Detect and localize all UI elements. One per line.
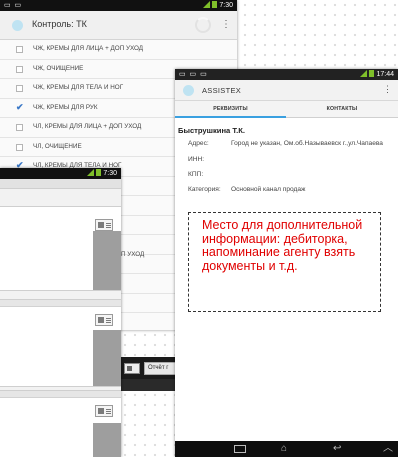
tab-requisites[interactable]: РЕКВИЗИТЫ (175, 101, 286, 118)
checkbox[interactable] (16, 85, 23, 92)
signal-icon (360, 70, 368, 77)
signal-icon (87, 169, 95, 176)
inn-field: ИНН: (188, 156, 204, 163)
navigation-bar: ⌂ ↩ ︿ (175, 441, 398, 457)
inn-label: ИНН: (188, 156, 205, 163)
app-icon (183, 85, 194, 96)
notification-icons: ▭ ▭ (4, 2, 23, 9)
list-item-label: ЧЖ, КРЕМЫ ДЛЯ РУК (33, 103, 98, 111)
document-icon[interactable] (95, 314, 113, 326)
checkbox[interactable] (16, 124, 23, 131)
chevron-up-icon[interactable]: ︿ (383, 443, 393, 455)
tab-bar: РЕКВИЗИТЫ КОНТАКТЫ (175, 101, 398, 118)
status-time: 7:30 (219, 2, 233, 9)
category-label: Категория: (188, 186, 221, 193)
document-icon[interactable] (124, 363, 140, 374)
action-bar: Контроль: ТК ⋮ (0, 11, 237, 40)
checkbox[interactable] (16, 65, 23, 73)
card-side-panel (93, 423, 121, 457)
recent-apps-icon[interactable] (234, 445, 246, 453)
loading-spinner-icon (195, 17, 211, 33)
category-field: Категория: Основной канал продаж (188, 186, 305, 193)
list-item-label: ЧЛ, ОЧИЩЕНИЕ (33, 142, 82, 150)
signal-icon (203, 1, 211, 8)
document-card[interactable] (0, 390, 121, 457)
card-header (0, 300, 121, 307)
report-button[interactable]: Отчёт г (144, 362, 177, 375)
card-side-panel (93, 231, 121, 290)
battery-icon (369, 70, 375, 77)
address-value: Город не указан, Ом.об.Называевск г.,ул.… (231, 140, 383, 147)
back-icon[interactable]: ↩ (333, 443, 341, 455)
navigation-bar (121, 379, 177, 391)
status-bar: ▭ ▭ 7:30 (0, 0, 237, 11)
card-side-panel (93, 330, 121, 386)
status-bar: ▭ ▭ ▭ 17:44 (175, 69, 398, 80)
client-details-screen: ▭ ▭ ▭ 17:44 ASSISTEX ⋮ РЕКВИЗИТЫ КОНТАКТ… (175, 69, 398, 457)
address-label: Адрес: (188, 140, 209, 147)
documents-screen: 7:30 (0, 168, 121, 457)
document-card[interactable] (0, 299, 121, 387)
document-card[interactable] (0, 206, 121, 291)
document-icon[interactable] (95, 405, 113, 417)
overflow-menu-icon[interactable]: ⋮ (221, 19, 231, 31)
app-icon (12, 20, 23, 31)
battery-icon (212, 1, 218, 8)
notification-icons: ▭ ▭ ▭ (179, 71, 208, 78)
list-item-label-partial: П УХОД (121, 251, 145, 258)
document-icon[interactable] (95, 219, 113, 231)
list-item-label: ЧЖ, ОЧИЩЕНИЕ (33, 64, 84, 72)
category-value: Основной канал продаж (231, 186, 306, 193)
additional-info-placeholder: Место для дополнительной информации: деб… (188, 212, 381, 312)
screen-title: Контроль: ТК (32, 19, 87, 29)
list-item-label: ЧЖ, КРЕМЫ ДЛЯ ТЕЛА И НОГ (33, 84, 124, 91)
card-header (0, 391, 121, 398)
kpp-label: КПП: (188, 171, 204, 178)
overflow-menu-icon[interactable]: ⋮ (383, 84, 392, 95)
status-time: 17:44 (376, 71, 394, 78)
status-bar: 7:30 (0, 168, 121, 179)
list-item[interactable]: ЧЖ, КРЕМЫ ДЛЯ ЛИЦА + ДОП УХОД (0, 40, 237, 60)
app-title: ASSISTEX (202, 86, 242, 95)
status-time: 7:30 (103, 170, 117, 177)
list-item-label: ЧЛ, КРЕМЫ ДЛЯ ЛИЦА + ДОП УХОД (33, 123, 142, 130)
home-icon[interactable]: ⌂ (281, 443, 287, 455)
checkbox[interactable] (16, 46, 23, 53)
header-strip (0, 179, 121, 189)
action-bar: ASSISTEX ⋮ (175, 80, 398, 101)
battery-icon (96, 169, 102, 176)
address-field: Адрес: Город не указан, Ом.об.Называевск… (188, 140, 383, 147)
checkbox[interactable] (16, 143, 23, 151)
checkbox-checked[interactable]: ✔ (16, 102, 24, 111)
tab-contacts[interactable]: КОНТАКТЫ (286, 101, 398, 118)
list-item-label: ЧЖ, КРЕМЫ ДЛЯ ЛИЦА + ДОП УХОД (33, 45, 143, 52)
client-name: Быструшкина Т.К. (178, 126, 246, 135)
kpp-field: КПП: (188, 171, 203, 178)
